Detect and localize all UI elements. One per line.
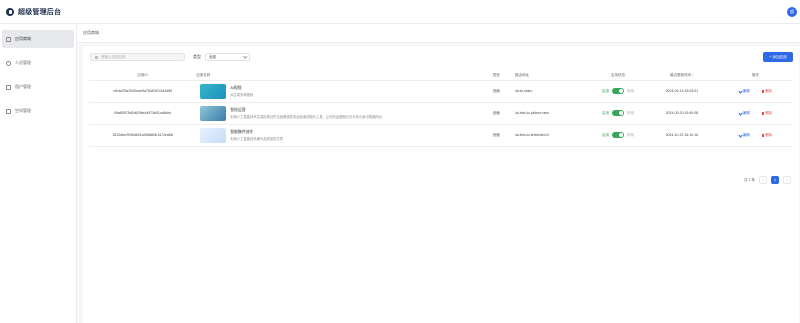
table-header-row: 应用ID 应用名称 类型 路由地址 应用状态 最近更新时间 ↓ 操作 — [89, 71, 793, 81]
table-row: 3232dbe293bdb01a9468d0b1d72ea68 智能稿件创作 利… — [89, 124, 793, 147]
tenant-icon — [6, 84, 11, 90]
header-actions: 操作 — [717, 71, 793, 81]
app-id: 3232dbe293bdb01a9468d0b1d72ea68 — [89, 124, 197, 147]
header-status: 应用状态 — [590, 71, 646, 81]
sort-icon: ↓ — [691, 72, 694, 77]
search-placeholder: 请输入应用名称 — [101, 54, 126, 59]
edit-icon — [738, 132, 743, 138]
trash-icon — [761, 133, 765, 137]
pagination-total: 共 3 条 — [743, 177, 755, 182]
table-row: 49a80578d2d929fe4d973b01ca8cbb 智绘运营 利用人工… — [89, 102, 793, 125]
pagination: 共 3 条 ‹ 1 › — [744, 176, 791, 184]
app-cell: AI视频 AI生成多种视频 — [196, 83, 477, 99]
status-switch[interactable] — [612, 88, 625, 94]
status-on-label: 启用 — [602, 132, 610, 137]
chevron-down-icon — [242, 54, 247, 59]
app-id: 49a80578d2d929fe4d973b01ca8cbb — [89, 102, 197, 125]
space-icon — [6, 108, 11, 114]
content-panel: 请输入应用名称 类型 全部 + 添加应用 应用ID 应用名称 类型 路由地址 应… — [83, 46, 799, 323]
trash-icon — [761, 89, 765, 93]
app-description: AI生成多种视频 — [230, 92, 254, 97]
type-label: 类型 — [193, 54, 201, 59]
app-name: 智能稿件创作 — [230, 129, 254, 134]
sidebar-item-space-management[interactable]: 空间管理 — [2, 102, 74, 120]
sidebar: 应用商城 人员管理 租户管理 空间管理 — [0, 24, 77, 323]
user-icon — [6, 60, 11, 66]
add-app-button[interactable]: + 添加应用 — [763, 52, 793, 62]
sidebar-item-label: 应用商城 — [15, 36, 31, 41]
top-header: 超级管理后台 超 — [0, 0, 800, 24]
app-thumbnail — [200, 127, 227, 143]
header-updated-time[interactable]: 最近更新时间 ↓ — [645, 71, 718, 81]
type-select-value: 全部 — [209, 54, 216, 59]
search-input[interactable]: 请输入应用名称 — [90, 53, 185, 61]
grid-icon — [6, 36, 11, 42]
header-route: 路由地址 — [515, 71, 591, 81]
app-name: 智绘运营 — [230, 107, 246, 112]
status-on-label: 启用 — [602, 110, 610, 115]
sidebar-item-tenant-management[interactable]: 租户管理 — [2, 78, 74, 96]
tab-app-store[interactable]: 应用商城 — [83, 28, 99, 38]
shield-logo-icon — [6, 7, 14, 16]
app-id: c5cbd78a7b40eae5a78453f7c2d4d89 — [89, 80, 197, 103]
sidebar-item-app-store[interactable]: 应用商城 — [2, 30, 74, 48]
status-switch[interactable] — [612, 132, 625, 138]
trash-icon — [761, 111, 765, 115]
sidebar-item-label: 空间管理 — [15, 108, 31, 113]
sidebar-item-label: 人员管理 — [15, 60, 31, 65]
app-title: 超级管理后台 — [18, 8, 62, 16]
app-type: 页面 — [477, 124, 516, 147]
filter-toolbar: 请输入应用名称 类型 全部 — [83, 46, 799, 68]
type-select[interactable]: 全部 — [205, 53, 250, 61]
tab-bar: 应用商城 — [77, 24, 800, 43]
app-type: 页面 — [477, 102, 516, 125]
app-route: /ai-text-to-text/index/4 — [515, 124, 591, 147]
app-cell: 智绘运营 利用人工智能技术生成精美且符合品牌调性的运营素材图片工具，让你的运营图… — [196, 105, 477, 121]
edit-button[interactable]: 编辑 — [738, 110, 750, 116]
delete-button[interactable]: 删除 — [761, 111, 772, 116]
main-content: 应用商城 请输入应用名称 类型 全部 + 添加应用 应用ID 应用名称 类型 路… — [77, 24, 800, 323]
status-toggle-group: 启用 停用 — [590, 132, 646, 138]
app-thumbnail — [200, 105, 227, 121]
app-description: 利用人工智能技术生成精美且符合品牌调性的运营素材图片工具，让你的运营图片在众多元… — [230, 114, 382, 119]
updated-time: 2024-09-14 19:03:01 — [645, 80, 718, 103]
app-cell: 智能稿件创作 利用人工智能技术编写高质量的文章 — [196, 127, 477, 143]
edit-icon — [738, 110, 743, 116]
page-button-current[interactable]: 1 — [771, 176, 779, 184]
prev-page-button[interactable]: ‹ — [759, 176, 767, 184]
delete-button[interactable]: 删除 — [761, 133, 772, 138]
sidebar-item-label: 租户管理 — [15, 84, 31, 89]
edit-button[interactable]: 编辑 — [738, 132, 750, 138]
header-app-id: 应用ID — [89, 71, 197, 81]
status-off-label: 停用 — [627, 132, 635, 137]
updated-time: 2024-09-20 19:40:08 — [645, 102, 718, 125]
status-off-label: 停用 — [627, 88, 635, 93]
edit-button[interactable]: 编辑 — [738, 88, 750, 94]
search-icon — [95, 55, 98, 59]
edit-icon — [738, 88, 743, 94]
status-toggle-group: 启用 停用 — [590, 110, 646, 116]
updated-time: 2024-10-22 16:10:16 — [645, 124, 718, 147]
app-route: /ai-text-to-picture-new — [515, 102, 591, 125]
status-switch[interactable] — [612, 110, 625, 116]
app-route: /ai-to-video — [515, 80, 591, 103]
app-table: 应用ID 应用名称 类型 路由地址 应用状态 最近更新时间 ↓ 操作 c5cbd… — [89, 71, 793, 147]
delete-button[interactable]: 删除 — [761, 89, 772, 94]
app-description: 利用人工智能技术编写高质量的文章 — [230, 136, 284, 141]
status-on-label: 启用 — [602, 88, 610, 93]
status-off-label: 停用 — [627, 110, 635, 115]
user-avatar[interactable]: 超 — [787, 7, 797, 17]
app-name: AI视频 — [230, 85, 242, 90]
header-type: 类型 — [477, 71, 516, 81]
app-type: 页面 — [477, 80, 516, 103]
next-page-button[interactable]: › — [783, 176, 791, 184]
app-thumbnail — [200, 83, 227, 99]
table-row: c5cbd78a7b40eae5a78453f7c2d4d89 AI视频 AI生… — [89, 80, 793, 103]
sidebar-item-user-management[interactable]: 人员管理 — [2, 54, 74, 72]
header-app-name: 应用名称 — [196, 71, 478, 81]
status-toggle-group: 启用 停用 — [590, 88, 646, 94]
